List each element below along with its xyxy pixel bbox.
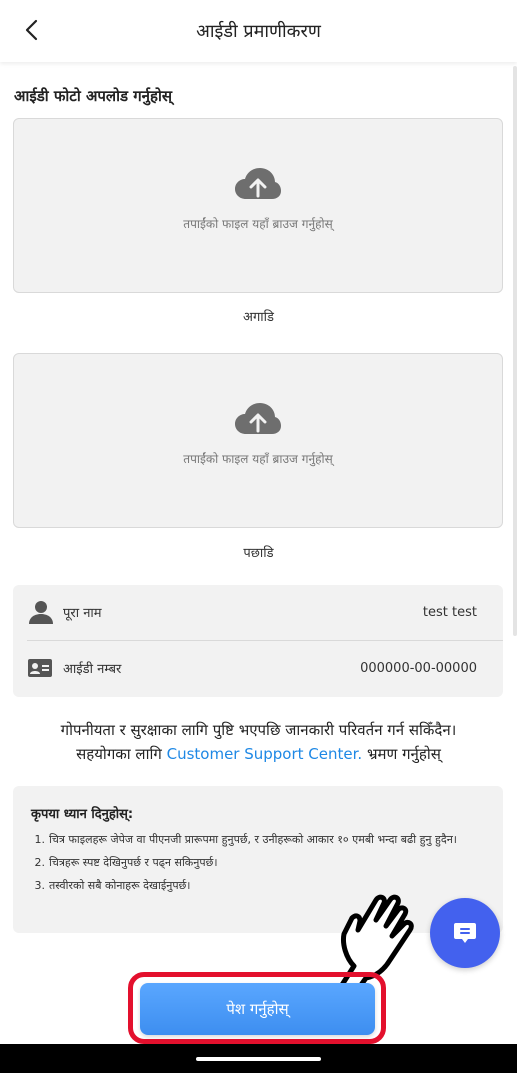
customer-support-link[interactable]: Customer Support Center. — [167, 745, 363, 763]
id-number-label: आईडी नम्बर — [63, 662, 122, 677]
front-upload-dropzone[interactable]: तपाईंको फाइल यहाँ ब्राउज गर्नुहोस् — [13, 118, 503, 293]
back-button[interactable] — [14, 14, 50, 46]
notice-line1: गोपनीयता र सुरक्षाका लागि पुष्टि भएपछि ज… — [60, 721, 457, 739]
id-number-value: 000000-00-00000 — [360, 660, 477, 676]
list-item-number: 1. — [34, 833, 46, 846]
chat-icon — [454, 923, 476, 943]
chevron-left-icon — [25, 19, 38, 41]
full-name-value: test test — [422, 604, 477, 620]
submit-button[interactable]: पेश गर्नुहोस् — [140, 983, 375, 1035]
home-indicator[interactable] — [196, 1057, 321, 1061]
notice-prefix: सहयोगका लागि — [76, 745, 162, 763]
list-item: 2. चित्रहरू स्पष्ट देखिनुपर्छ र पढ्न सकि… — [31, 853, 485, 872]
back-caption: पछाडि — [243, 546, 274, 561]
front-caption: अगाडि — [243, 310, 274, 325]
system-nav-bar — [0, 1044, 517, 1073]
list-item-text: चित्र फाइलहरू जेपेज वा पीएनजी प्रारूपमा … — [49, 833, 457, 846]
cloud-upload-icon — [235, 403, 281, 434]
app-header: आईडी प्रमाणीकरण — [0, 0, 517, 62]
notice-suffix: भ्रमण गर्नुहोस् — [366, 745, 441, 763]
id-verification-screen: आईडी प्रमाणीकरण आईडी फोटो अपलोड गर्नुहोस… — [0, 0, 517, 1073]
info-card: पूरा नाम test test आईडी नम्बर 000000-00-… — [13, 585, 503, 697]
notice-line2: सहयोगका लागि Customer Support Center. भ्… — [0, 742, 517, 766]
id-number-row: आईडी नम्बर 000000-00-00000 — [13, 641, 503, 695]
user-icon — [29, 601, 53, 624]
list-item-number: 3. — [34, 879, 46, 892]
id-card-icon — [28, 659, 52, 677]
upload-section-title: आईडी फोटो अपलोड गर्नुहोस् — [14, 87, 172, 105]
chat-support-button[interactable] — [430, 898, 500, 968]
page-title: आईडी प्रमाणीकरण — [196, 21, 321, 42]
front-upload-hint: तपाईंको फाइल यहाँ ब्राउज गर्नुहोस् — [183, 217, 333, 231]
privacy-notice: गोपनीयता र सुरक्षाका लागि पुष्टि भएपछि ज… — [0, 718, 517, 766]
note-title: कृपया ध्यान दिनुहोस्: — [31, 807, 134, 822]
list-item-number: 2. — [34, 856, 46, 869]
list-item: 1. चित्र फाइलहरू जेपेज वा पीएनजी प्रारूप… — [31, 830, 485, 849]
back-upload-hint: तपाईंको फाइल यहाँ ब्राउज गर्नुहोस् — [183, 452, 333, 466]
back-upload-dropzone[interactable]: तपाईंको फाइल यहाँ ब्राउज गर्नुहोस् — [13, 353, 503, 528]
note-list: 1. चित्र फाइलहरू जेपेज वा पीएनजी प्रारूप… — [31, 830, 485, 895]
cloud-upload-icon — [235, 168, 281, 199]
full-name-row: पूरा नाम test test — [13, 585, 503, 639]
list-item-text: चित्रहरू स्पष्ट देखिनुपर्छ र पढ्न सकिनुप… — [49, 856, 218, 869]
full-name-label: पूरा नाम — [63, 606, 102, 621]
